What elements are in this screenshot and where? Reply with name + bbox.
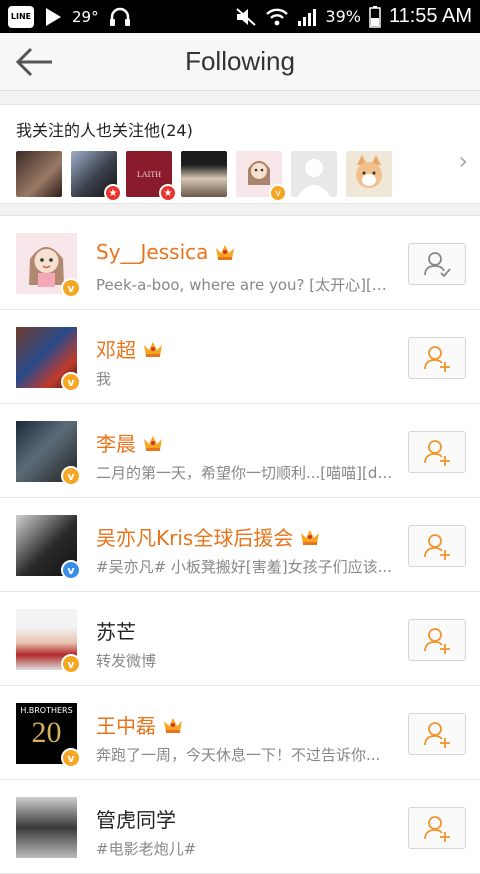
user-latest-post: #吴亦凡# 小板凳搬好[害羞]女孩子们应该... (96, 558, 392, 576)
follow-button[interactable] (408, 525, 466, 567)
verified-badge-icon: v (61, 560, 81, 580)
user-name-text: 李晨 (96, 432, 136, 456)
signal-icon (298, 8, 317, 26)
follow-button[interactable] (408, 337, 466, 379)
also-following-title: 我关注的人也关注他(24) (16, 121, 193, 140)
list-item[interactable]: 管虎同学 #电影老炮儿# (0, 780, 480, 874)
avatar[interactable]: v (16, 327, 81, 392)
verified-badge-icon: v (61, 748, 81, 768)
line-app-icon: LINE (8, 5, 34, 28)
play-icon (46, 7, 61, 26)
user-name-text: Sy__Jessica (96, 240, 209, 264)
add-user-icon (424, 816, 450, 842)
avatar[interactable] (291, 151, 337, 197)
avatar[interactable]: v (16, 421, 81, 486)
add-user-icon (424, 722, 450, 748)
star-badge-icon: ★ (159, 184, 177, 202)
list-item[interactable]: v Sy__Jessica Peek-a-boo, where are you? [… (0, 216, 480, 310)
back-button[interactable] (14, 45, 54, 79)
mute-icon (236, 7, 257, 26)
user-latest-post: 我 (96, 370, 112, 388)
wifi-icon (266, 8, 289, 25)
avatar[interactable]: v (16, 609, 81, 674)
chevron-right-icon[interactable]: › (458, 147, 468, 175)
add-user-icon (424, 534, 450, 560)
avatar[interactable] (16, 151, 62, 197)
user-name[interactable]: 吴亦凡Kris全球后援会 (96, 522, 321, 551)
also-following-avatars: ★ LAITH ★ v (16, 151, 392, 202)
vip-crown-icon (144, 341, 162, 357)
avatar[interactable]: v (236, 151, 287, 202)
add-user-icon (424, 628, 450, 654)
add-user-icon (424, 440, 450, 466)
vip-crown-icon (216, 245, 235, 260)
follow-button[interactable] (408, 619, 466, 661)
battery-percent: 39% (325, 7, 361, 26)
list-item[interactable]: v 苏芒转发微博 (0, 592, 480, 686)
user-latest-post: Peek-a-boo, where are you? [太开心][偷笑... (96, 276, 396, 294)
header: Following (0, 33, 480, 91)
avatar[interactable]: v (16, 233, 81, 298)
follow-button[interactable] (408, 713, 466, 755)
status-bar: LINE 29° 39% 11:55 AM (0, 0, 480, 33)
list-item[interactable]: H.BROTHERS 20 v 王中磊奔跑了一周，今天休息一下！不过告诉你... (0, 686, 480, 780)
avatar-text: LAITH (137, 169, 161, 179)
user-name-text: 邓超 (96, 338, 136, 362)
user-name[interactable]: 苏芒 (96, 616, 136, 645)
page-title: Following (185, 46, 295, 76)
default-avatar-icon (297, 159, 331, 197)
avatar[interactable] (346, 151, 392, 197)
user-name[interactable]: 邓超 (96, 334, 164, 363)
user-latest-post: 奔跑了一周，今天休息一下！不过告诉你... (96, 746, 381, 764)
follow-button[interactable] (408, 431, 466, 473)
verified-badge-icon: v (61, 466, 81, 486)
avatar[interactable] (181, 151, 227, 197)
avatar[interactable]: H.BROTHERS 20 v (16, 703, 81, 768)
followed-user-icon (424, 252, 451, 278)
temperature: 29° (72, 7, 99, 26)
verified-badge-icon: v (61, 278, 81, 298)
user-latest-post: 二月的第一天，希望你一切顺利...[喵喵][do... (96, 464, 396, 482)
cat-icon (356, 155, 382, 188)
user-latest-post: 转发微博 (96, 652, 157, 670)
user-name-text: 苏芒 (96, 620, 136, 644)
add-user-icon (424, 346, 450, 372)
logo-text: H.BROTHERS (20, 706, 73, 715)
following-button[interactable] (408, 243, 466, 285)
vip-crown-icon (144, 435, 162, 451)
follow-button[interactable] (408, 807, 466, 849)
list-item[interactable]: v 邓超我 (0, 310, 480, 404)
following-list: v Sy__Jessica Peek-a-boo, where are you? [… (0, 215, 480, 874)
headphones-icon (109, 7, 130, 26)
also-following-section[interactable]: 我关注的人也关注他(24) ★ LAITH ★ v › (0, 104, 480, 204)
user-name[interactable]: 管虎同学 (96, 804, 176, 833)
back-arrow-icon (15, 47, 52, 77)
logo-number: 20 (31, 716, 62, 749)
user-name[interactable]: Sy__Jessica (96, 240, 236, 264)
list-item[interactable]: v 李晨二月的第一天，希望你一切顺利...[喵喵][do... (0, 404, 480, 498)
verified-badge-icon: v (61, 654, 81, 674)
list-item[interactable]: v 吴亦凡Kris全球后援会 #吴亦凡# 小板凳搬好[害羞]女孩子们应该... (0, 498, 480, 592)
user-name[interactable]: 王中磊 (96, 710, 184, 739)
verified-badge-icon: v (61, 372, 81, 392)
user-latest-post: #电影老炮儿# (96, 840, 197, 858)
user-name-text: 吴亦凡Kris全球后援会 (96, 526, 294, 550)
avatar[interactable]: LAITH ★ (126, 151, 177, 202)
avatar[interactable] (16, 797, 77, 858)
avatar[interactable]: ★ (71, 151, 122, 202)
vip-crown-icon (164, 717, 182, 733)
avatar[interactable]: v (16, 515, 81, 580)
battery-icon (369, 5, 381, 28)
star-badge-icon: ★ (104, 184, 122, 202)
user-name-text: 王中磊 (96, 714, 156, 738)
user-name[interactable]: 李晨 (96, 428, 164, 457)
user-name-text: 管虎同学 (96, 808, 176, 832)
verified-badge-icon: v (269, 184, 287, 202)
vip-crown-icon (301, 529, 320, 545)
clock: 11:55 AM (388, 5, 472, 27)
